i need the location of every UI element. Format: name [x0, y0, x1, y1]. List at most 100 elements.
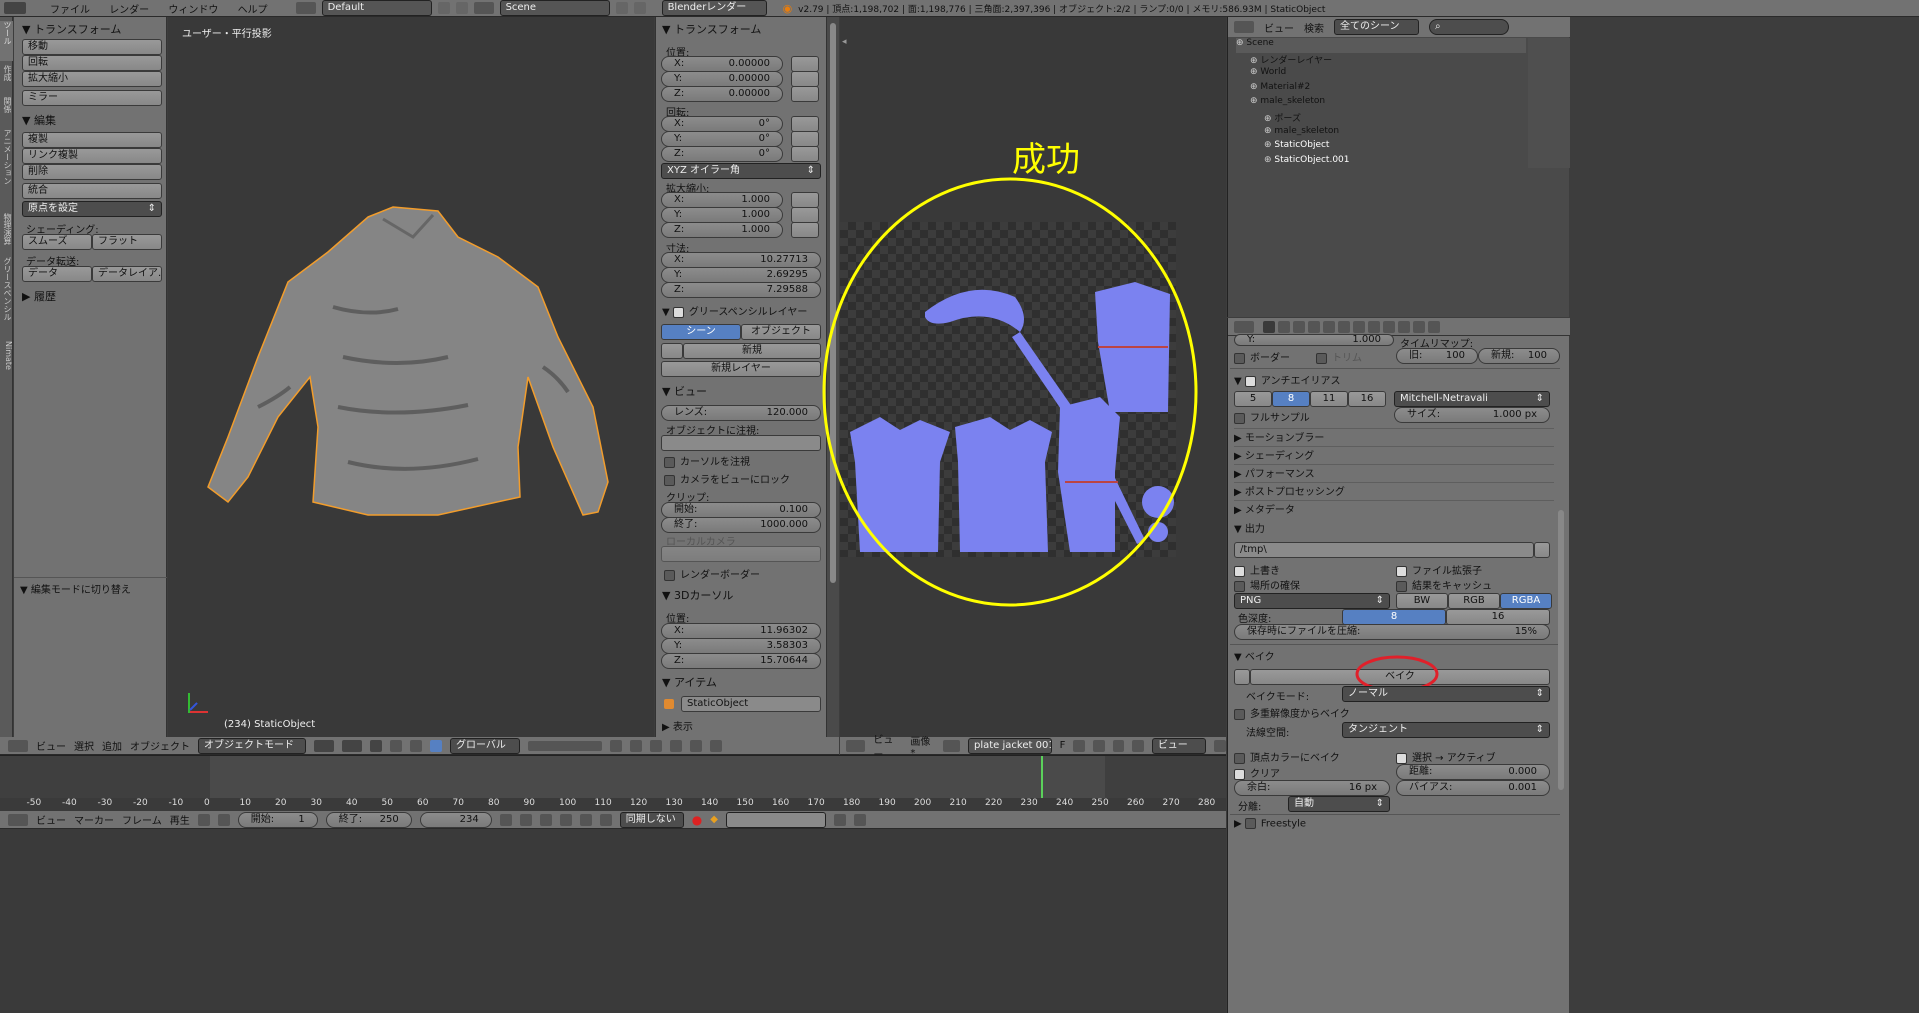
overwrite-checkbox[interactable]: 上書き: [1234, 562, 1280, 577]
aa-samples-8[interactable]: 8: [1272, 391, 1310, 407]
layers-icon[interactable]: [528, 740, 602, 751]
cache-result-checkbox[interactable]: 結果をキャッシュ: [1396, 577, 1492, 592]
normal-space-select[interactable]: タンジェント ⇕: [1342, 722, 1550, 738]
dimension-y-field[interactable]: Y: 2.69295: [661, 267, 821, 283]
file-extensions-checkbox[interactable]: ファイル拡張子: [1396, 562, 1482, 577]
tab-physics[interactable]: 物理演算: [0, 213, 13, 253]
manipulator-icon[interactable]: [370, 739, 382, 752]
flat-button[interactable]: フラット: [92, 234, 162, 250]
render-engine-select[interactable]: Blenderレンダー: [661, 0, 767, 16]
timeline-editor-icon[interactable]: [8, 813, 28, 826]
timeline-marker-menu[interactable]: マーカー: [74, 812, 114, 827]
properties-scrollbar[interactable]: [1555, 340, 1567, 800]
rotation-x-field[interactable]: X: 0°: [661, 116, 783, 132]
margin-field[interactable]: 余白: 16 px: [1234, 780, 1390, 796]
vertex-color-checkbox[interactable]: 頂点カラーにベイク: [1234, 749, 1340, 764]
add-screen-icon[interactable]: [437, 2, 450, 14]
duplicate-linked-button[interactable]: リンク複製: [22, 148, 162, 164]
mirror-button[interactable]: ミラー: [22, 90, 162, 106]
orientation-select[interactable]: グローバル: [450, 737, 520, 754]
lock-location-z-icon[interactable]: [791, 86, 819, 102]
viewport-add-menu[interactable]: 追加: [102, 738, 122, 753]
location-y-field[interactable]: Y: 0.00000: [661, 71, 783, 87]
join-button[interactable]: 統合: [22, 183, 162, 199]
cursor-panel-title[interactable]: ▼ 3Dカーソル: [662, 587, 733, 603]
scale-y-field[interactable]: Y: 1.000: [661, 207, 783, 223]
rotation-y-field[interactable]: Y: 0°: [661, 131, 783, 147]
frame-end-field[interactable]: 終了: 250: [325, 811, 412, 828]
new-image-icon[interactable]: [1073, 739, 1085, 752]
time-old-field[interactable]: 旧: 100: [1396, 348, 1478, 364]
menu-render[interactable]: レンダー: [109, 5, 149, 16]
grease-scene-tab[interactable]: シーン: [661, 324, 741, 340]
lock-scale-y-icon[interactable]: [791, 207, 819, 223]
delete-keyframe-icon[interactable]: [853, 813, 866, 826]
border-checkbox[interactable]: ボーダー: [1234, 349, 1290, 364]
open-image-icon[interactable]: [1092, 739, 1105, 752]
image-name-field[interactable]: plate jacket 001: [968, 737, 1052, 754]
file-format-select[interactable]: PNG ⇕: [1234, 593, 1390, 609]
edit-panel-title[interactable]: ▼ 編集: [22, 112, 56, 128]
lock-rotation-y-icon[interactable]: [791, 131, 819, 147]
outliner-search-input[interactable]: ⌕: [1429, 19, 1509, 35]
tab-create[interactable]: 作成: [0, 65, 13, 93]
outliner-item[interactable]: ⊕ male_skeleton: [1264, 126, 1339, 141]
menu-window[interactable]: ウィンドウ: [168, 5, 218, 16]
sync-select[interactable]: 同期しない: [619, 811, 684, 828]
translate-manipulator-icon[interactable]: [390, 739, 402, 752]
prev-keyframe-icon[interactable]: [519, 813, 532, 826]
tab-tools[interactable]: ツール: [0, 21, 13, 61]
outliner-editor-icon[interactable]: [1234, 21, 1254, 33]
editor-toggle-icon[interactable]: ◂: [842, 37, 847, 47]
aa-samples-5[interactable]: 5: [1234, 391, 1272, 407]
lock-scale-z-icon[interactable]: [791, 222, 819, 238]
viewport-object-menu[interactable]: オブジェクト: [130, 738, 190, 753]
bake-icon[interactable]: [1234, 669, 1250, 685]
scale-x-field[interactable]: X: 1.000: [661, 192, 783, 208]
color-depth-16-button[interactable]: 16: [1446, 609, 1550, 625]
lock-rotation-x-icon[interactable]: [791, 116, 819, 132]
view-mode-select[interactable]: ビュー: [1151, 737, 1207, 754]
tab-grease-pencil[interactable]: グリースペンシル: [0, 257, 13, 337]
item-panel-title[interactable]: ▼ アイテム: [662, 674, 717, 690]
viewport-editor-icon[interactable]: [8, 739, 28, 752]
material-tab-icon[interactable]: [1383, 320, 1395, 333]
timeline-frame-menu[interactable]: フレーム: [122, 812, 162, 827]
next-keyframe-icon[interactable]: [579, 813, 592, 826]
timeline-view-menu[interactable]: ビュー: [36, 812, 66, 827]
color-bw-button[interactable]: BW: [1396, 593, 1448, 609]
modifiers-tab-icon[interactable]: [1353, 320, 1365, 333]
bake-mode-select[interactable]: ノーマル ⇕: [1342, 686, 1550, 702]
collapsed-panel-title[interactable]: ▶ パフォーマンス: [1234, 464, 1554, 480]
aa-samples-11[interactable]: 11: [1310, 391, 1348, 407]
full-sample-checkbox[interactable]: フルサンプル: [1234, 409, 1310, 424]
snap-target-icon[interactable]: [670, 739, 682, 752]
rotate-button[interactable]: 回転: [22, 55, 162, 71]
rotate-manipulator-icon[interactable]: [410, 739, 422, 752]
filter-size-field[interactable]: サイズ: 1.000 px: [1394, 407, 1550, 423]
antialias-checkbox[interactable]: [1244, 375, 1256, 387]
outliner-item[interactable]: ⊕ StaticObject.001: [1264, 155, 1350, 170]
grease-pencil-checkbox[interactable]: [672, 306, 684, 318]
color-rgb-button[interactable]: RGB: [1448, 593, 1500, 609]
cursor-z-field[interactable]: Z: 15.70644: [661, 653, 821, 669]
compression-slider[interactable]: 保存時にファイルを圧縮: 15%: [1234, 624, 1550, 640]
screen-layout-icon[interactable]: [295, 2, 316, 14]
add-scene-icon[interactable]: [615, 2, 628, 14]
lock-time-icon[interactable]: [217, 813, 230, 826]
tab-animation[interactable]: アニメーション: [0, 129, 13, 209]
image-editor-icon[interactable]: [846, 739, 866, 752]
time-new-field[interactable]: 新規: 100: [1478, 348, 1560, 364]
render-border-checkbox[interactable]: レンダーボーダー: [664, 566, 760, 581]
render-preview-icon[interactable]: [690, 739, 702, 752]
antialias-title[interactable]: ▼ アンチエイリアス: [1234, 372, 1340, 387]
view-panel-title[interactable]: ▼ ビュー: [662, 383, 707, 399]
image-browse-icon[interactable]: [942, 739, 960, 752]
scene-selector[interactable]: Scene: [499, 0, 610, 16]
bake-title[interactable]: ▼ ベイク: [1234, 648, 1275, 663]
selected-to-active-checkbox[interactable]: 選択 → アクティブ: [1396, 749, 1496, 764]
info-icon[interactable]: [4, 2, 26, 14]
crop-checkbox[interactable]: トリム: [1316, 349, 1362, 364]
collapsed-panel-title[interactable]: ▶ メタデータ: [1234, 500, 1554, 516]
clip-end-field[interactable]: 終了: 1000.000: [661, 517, 821, 533]
